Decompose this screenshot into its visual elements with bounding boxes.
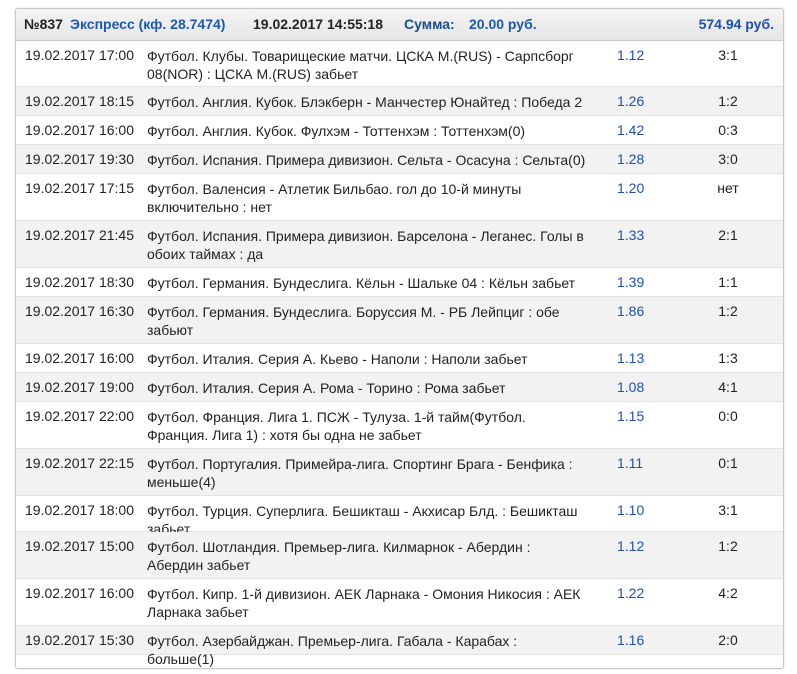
match-date: 19.02.2017 15:30 (25, 632, 134, 648)
table-row: 19.02.2017 16:00 Футбол. Италия. Серия А.… (16, 344, 783, 373)
coefficient: 1.16 (617, 632, 645, 648)
match-date: 19.02.2017 18:15 (25, 93, 134, 109)
coefficient: 1.15 (617, 408, 645, 424)
table-row: 19.02.2017 19:30 Футбол. Испания. Примера… (16, 145, 783, 174)
sum-value: 20.00 руб. (469, 16, 537, 32)
table-row: 19.02.2017 18:30 Футбол. Германия. Бундес… (16, 268, 783, 297)
match-date: 19.02.2017 22:00 (25, 408, 134, 424)
coefficient: 1.13 (617, 350, 645, 366)
match-date: 19.02.2017 21:45 (25, 227, 134, 243)
table-row: 19.02.2017 16:00 Футбол. Англия. Кубок. Ф… (16, 116, 783, 145)
match-score: 3:0 (718, 151, 738, 167)
event-description: Футбол. Италия. Серия А. Кьево - Наполи … (147, 351, 528, 367)
coefficient: 1.10 (617, 502, 645, 518)
bet-datetime: 19.02.2017 14:55:18 (253, 16, 383, 32)
event-description: Футбол. Клубы. Товарищеские матчи. ЦСКА … (147, 48, 574, 82)
table-row: 19.02.2017 17:00 Футбол. Клубы. Товарищес… (16, 41, 783, 87)
match-score: 3:1 (718, 502, 738, 518)
table-row: 19.02.2017 19:00 Футбол. Италия. Серия А.… (16, 373, 783, 402)
match-score: 0:0 (718, 408, 738, 424)
match-score: 1:2 (718, 538, 738, 554)
match-date: 19.02.2017 19:30 (25, 151, 134, 167)
match-score: 0:1 (718, 455, 738, 471)
match-date: 19.02.2017 19:00 (25, 379, 134, 395)
coefficient: 1.26 (617, 93, 645, 109)
match-score: 1:2 (718, 93, 738, 109)
coefficient: 1.39 (617, 274, 645, 290)
coefficient: 1.12 (617, 47, 645, 63)
coefficient: 1.11 (617, 455, 644, 471)
table-row: 19.02.2017 16:00 Футбол. Кипр. 1-й дивизи… (16, 579, 783, 626)
match-date: 19.02.2017 18:00 (25, 502, 134, 518)
event-description: Футбол. Валенсия - Атлетик Бильбао. гол … (147, 181, 522, 215)
coefficient: 1.33 (617, 227, 645, 243)
match-date: 19.02.2017 16:00 (25, 350, 134, 366)
match-score: 2:1 (718, 227, 738, 243)
match-score: 0:3 (718, 122, 738, 138)
table-row: 19.02.2017 22:00 Футбол. Франция. Лига 1.… (16, 402, 783, 449)
match-score: 4:1 (718, 379, 738, 395)
event-description: Футбол. Англия. Кубок. Фулхэм - Тоттенхэ… (147, 123, 526, 139)
event-description: Футбол. Англия. Кубок. Блэкберн - Манчес… (147, 94, 583, 110)
event-description: Футбол. Шотландия. Премьер-лига. Килмарн… (147, 539, 531, 573)
coefficient: 1.42 (617, 122, 645, 138)
coefficient: 1.20 (617, 180, 645, 196)
coefficient: 1.86 (617, 303, 645, 319)
match-date: 19.02.2017 22:15 (25, 455, 134, 471)
event-description: Футбол. Италия. Серия А. Рома - Торино :… (147, 380, 506, 396)
event-description: Футбол. Франция. Лига 1. ПСЖ - Тулуза. 1… (147, 409, 526, 443)
coefficient: 1.22 (617, 585, 645, 601)
match-date: 19.02.2017 16:00 (25, 122, 134, 138)
match-date: 19.02.2017 15:00 (25, 538, 134, 554)
match-date: 19.02.2017 16:00 (25, 585, 134, 601)
event-description: Футбол. Азербайджан. Премьер-лига. Габал… (147, 633, 518, 667)
coefficient: 1.12 (617, 538, 645, 554)
match-score: 1:3 (718, 350, 738, 366)
table-row: 19.02.2017 21:45 Футбол. Испания. Примера… (16, 221, 783, 268)
match-score: 1:2 (718, 303, 738, 319)
event-description: Футбол. Кипр. 1-й дивизион. АЕК Ларнака … (147, 586, 581, 620)
payout-amount: 574.94 руб. (698, 16, 774, 32)
match-date: 19.02.2017 17:15 (25, 180, 134, 196)
match-score: нет (717, 180, 739, 196)
bet-type: Экспресс (кф. 28.7474) (70, 16, 226, 32)
table-row: 19.02.2017 16:30 Футбол. Германия. Бундес… (16, 297, 783, 344)
bet-card: №837 Экспресс (кф. 28.7474) 19.02.2017 1… (15, 8, 784, 669)
match-score: 2:0 (718, 632, 738, 648)
match-score: 1:1 (718, 274, 738, 290)
match-score: 3:1 (718, 47, 738, 63)
table-row: 19.02.2017 17:15 Футбол. Валенсия - Атлет… (16, 174, 783, 221)
table-row: 19.02.2017 15:30 Футбол. Азербайджан. Пре… (16, 626, 783, 667)
event-description: Футбол. Германия. Бундеслига. Боруссия М… (147, 304, 560, 338)
table-row: 19.02.2017 18:15 Футбол. Англия. Кубок. Б… (16, 87, 783, 116)
match-date: 19.02.2017 17:00 (25, 47, 134, 63)
match-date: 19.02.2017 16:30 (25, 303, 134, 319)
match-date: 19.02.2017 18:30 (25, 274, 134, 290)
event-description: Футбол. Испания. Примера дивизион. Сельт… (147, 152, 586, 168)
table-row: 19.02.2017 15:00 Футбол. Шотландия. Премь… (16, 532, 783, 579)
event-description: Футбол. Португалия. Примейра-лига. Спорт… (147, 456, 573, 490)
bet-number: №837 (24, 16, 63, 32)
event-description: Футбол. Германия. Бундеслига. Кёльн - Ша… (147, 275, 576, 291)
coefficient: 1.08 (617, 379, 645, 395)
event-description: Футбол. Испания. Примера дивизион. Барсе… (147, 228, 584, 262)
bet-header: №837 Экспресс (кф. 28.7474) 19.02.2017 1… (16, 9, 783, 41)
match-score: 4:2 (718, 585, 738, 601)
coefficient: 1.28 (617, 151, 645, 167)
table-row: 19.02.2017 18:00 Футбол. Турция. Суперлиг… (16, 496, 783, 537)
sum-label: Сумма: (404, 16, 455, 32)
table-row: 19.02.2017 22:15 Футбол. Португалия. Прим… (16, 449, 783, 496)
